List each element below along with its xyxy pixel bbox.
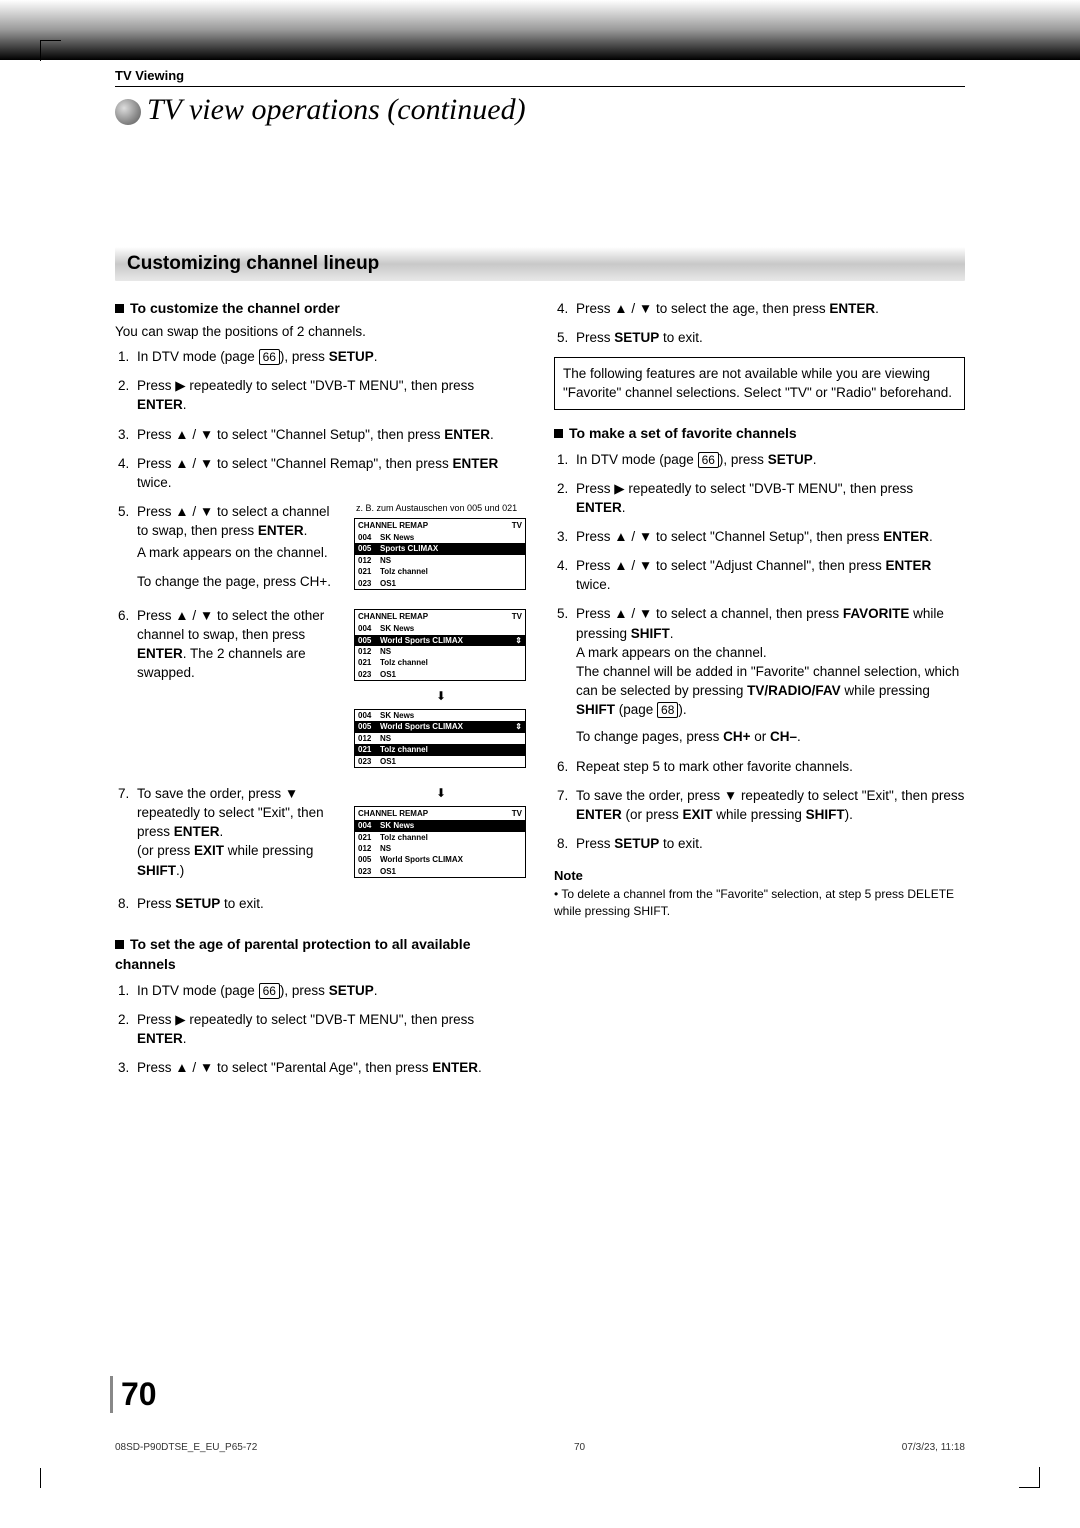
step: Press ▶ repeatedly to select "DVB-T MENU… xyxy=(572,479,965,517)
step: To save the order, press ▼ repeatedly to… xyxy=(572,786,965,824)
square-bullet-icon xyxy=(554,429,563,438)
page-ref: 66 xyxy=(698,452,719,468)
steps-parental: In DTV mode (page 66), press SETUP. Pres… xyxy=(115,981,526,1078)
step: Press SETUP to exit. xyxy=(133,894,526,913)
subheading-desc: You can swap the positions of 2 channels… xyxy=(115,322,526,341)
steps-parental-cont: Press ▲ / ▼ to select the age, then pres… xyxy=(554,299,965,347)
channel-remap-screenshot-4: CHANNEL REMAPTV 004SK News 021Tolz chann… xyxy=(354,806,526,878)
section-label: TV Viewing xyxy=(115,68,965,87)
info-box: The following features are not available… xyxy=(554,357,965,409)
step: Press ▲ / ▼ to select "Channel Setup", t… xyxy=(572,527,965,546)
section-bar: Customizing channel lineup xyxy=(115,247,965,281)
step: To save the order, press ▼ repeatedly to… xyxy=(133,784,526,884)
footer-right: 07/3/23, 11:18 xyxy=(902,1442,965,1453)
subheading-customize-order: To customize the channel order xyxy=(115,299,526,319)
bullet-circle-icon xyxy=(115,99,141,125)
channel-remap-screenshot-1: CHANNEL REMAPTV 004SK News 005Sports CLI… xyxy=(354,518,526,590)
subheading-parental: To set the age of parental protection to… xyxy=(115,935,526,975)
step: Press ▲ / ▼ to select "Parental Age", th… xyxy=(133,1058,526,1077)
header-gradient xyxy=(0,0,1080,60)
page-title: TV view operations (continued) xyxy=(115,93,965,127)
page-ref: 66 xyxy=(259,349,280,365)
right-column: Press ▲ / ▼ to select the age, then pres… xyxy=(554,293,965,1088)
step: Press ▲ / ▼ to select a channel to swap,… xyxy=(133,502,526,596)
two-column-layout: To customize the channel order You can s… xyxy=(115,293,965,1088)
step: In DTV mode (page 66), press SETUP. xyxy=(572,450,965,469)
note-heading: Note xyxy=(554,867,965,885)
square-bullet-icon xyxy=(115,940,124,949)
left-column: To customize the channel order You can s… xyxy=(115,293,526,1088)
page-ref: 68 xyxy=(657,702,678,718)
down-arrow-icon: ⬇ xyxy=(356,688,526,705)
step: Press ▲ / ▼ to select "Adjust Channel", … xyxy=(572,556,965,594)
step: In DTV mode (page 66), press SETUP. xyxy=(133,347,526,366)
step: Press ▲ / ▼ to select "Channel Setup", t… xyxy=(133,425,526,444)
step: Press ▲ / ▼ to select the age, then pres… xyxy=(572,299,965,318)
screenshot-caption: z. B. zum Austauschen von 005 und 021 xyxy=(356,502,526,515)
page-number: 70 xyxy=(110,1376,157,1413)
channel-remap-screenshot-3: 004SK News 005World Sports CLIMAX⇕ 012NS… xyxy=(354,709,526,768)
footer-left: 08SD-P90DTSE_E_EU_P65-72 xyxy=(115,1442,257,1453)
footer-mid: 70 xyxy=(574,1442,585,1453)
step: Press ▲ / ▼ to select a channel, then pr… xyxy=(572,604,965,746)
step: Press ▲ / ▼ to select the other channel … xyxy=(133,606,526,774)
square-bullet-icon xyxy=(115,304,124,313)
step: Press ▶ repeatedly to select "DVB-T MENU… xyxy=(133,1010,526,1048)
step: In DTV mode (page 66), press SETUP. xyxy=(133,981,526,1000)
step: Press ▲ / ▼ to select "Channel Remap", t… xyxy=(133,454,526,492)
down-arrow-icon: ⬇ xyxy=(356,785,526,802)
step: Press ▶ repeatedly to select "DVB-T MENU… xyxy=(133,376,526,414)
subheading-favorite: To make a set of favorite channels xyxy=(554,424,965,444)
step: Press SETUP to exit. xyxy=(572,328,965,347)
footer: 08SD-P90DTSE_E_EU_P65-72 70 07/3/23, 11:… xyxy=(115,1442,965,1453)
page-ref: 66 xyxy=(259,983,280,999)
steps-favorite: In DTV mode (page 66), press SETUP. Pres… xyxy=(554,450,965,854)
steps-customize-order: In DTV mode (page 66), press SETUP. Pres… xyxy=(115,347,526,913)
step: Press SETUP to exit. xyxy=(572,834,965,853)
channel-remap-screenshot-2: CHANNEL REMAPTV 004SK News 005World Spor… xyxy=(354,609,526,681)
step: Repeat step 5 to mark other favorite cha… xyxy=(572,757,965,776)
note-text: • To delete a channel from the "Favorite… xyxy=(554,886,965,920)
